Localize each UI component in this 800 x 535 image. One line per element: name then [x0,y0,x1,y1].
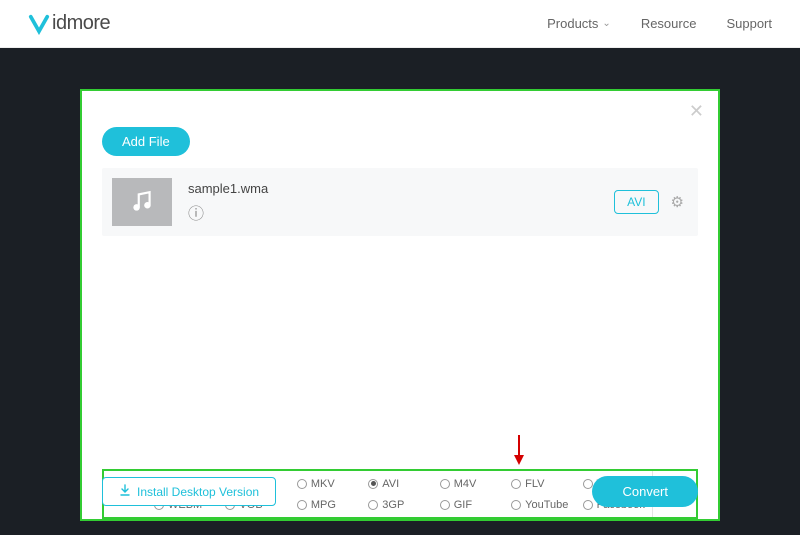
install-desktop-button[interactable]: Install Desktop Version [102,477,276,506]
bottom-actions: Install Desktop Version Convert [102,476,698,507]
add-file-button[interactable]: Add File [102,127,190,156]
top-nav: idmore Products ⌄ Resource Support [0,0,800,48]
file-info: sample1.wma ⓘ [188,181,614,224]
file-thumbnail [112,178,172,226]
logo-text: idmore [52,12,110,35]
gear-icon[interactable]: ⚙ [671,193,684,211]
info-icon[interactable]: ⓘ [188,200,614,224]
nav-products-label: Products [547,16,598,31]
download-icon [119,484,131,499]
output-format-badge[interactable]: AVI [614,190,658,214]
converter-modal: ✕ Add File sample1.wma ⓘ AVI ⚙ [80,89,720,521]
chevron-down-icon: ⌄ [602,18,610,29]
install-label: Install Desktop Version [137,485,259,499]
logo-v-icon [28,13,50,35]
arrow-annotation [513,435,525,465]
close-icon[interactable]: ✕ [689,101,704,122]
nav-resource[interactable]: Resource [641,16,697,31]
music-note-icon [129,189,155,215]
file-name: sample1.wma [188,181,614,196]
nav-support[interactable]: Support [726,16,772,31]
convert-button[interactable]: Convert [592,476,698,507]
logo[interactable]: idmore [28,12,110,35]
nav-products[interactable]: Products ⌄ [547,16,611,31]
file-row: sample1.wma ⓘ AVI ⚙ [102,168,698,236]
